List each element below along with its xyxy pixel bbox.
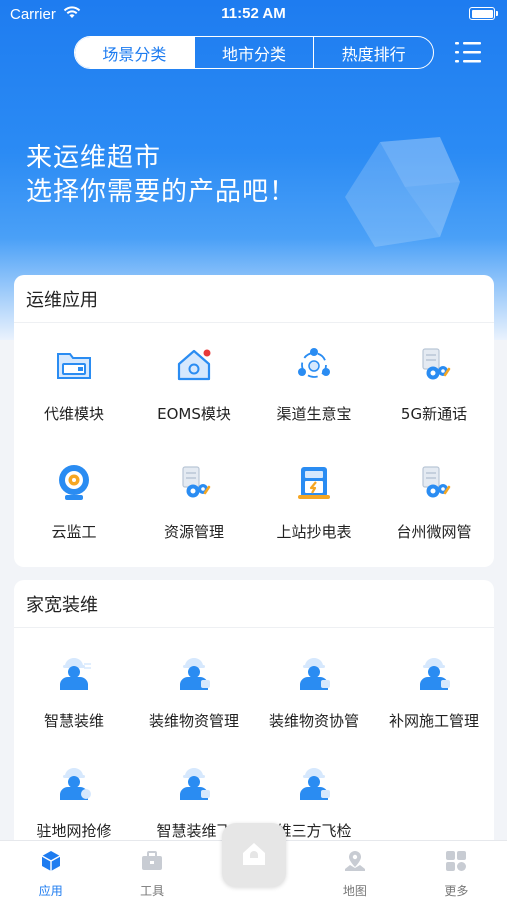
center-home-button[interactable] xyxy=(222,823,286,887)
decorative-cube-icon xyxy=(345,137,460,247)
app-item-resident-network-repair[interactable]: 驻地网抢修 xyxy=(14,738,134,840)
grid-more-icon xyxy=(446,851,467,871)
battery-icon xyxy=(469,7,498,20)
app-item-label: 渠道生意宝 xyxy=(276,405,352,423)
tab-label: 应用 xyxy=(38,884,63,898)
banner-headline: 来运维超市 选择你需要的产品吧！ xyxy=(26,141,296,209)
map-pin-icon xyxy=(344,851,365,871)
worker-icon xyxy=(60,768,91,800)
app-item-taizhou-network[interactable]: 台州微网管 xyxy=(374,441,494,559)
app-item-daiwei[interactable]: 代维模块 xyxy=(14,323,134,441)
tab-more[interactable]: 更多 xyxy=(406,841,507,900)
worker-icon xyxy=(180,658,210,690)
tab-city-category[interactable]: 地市分类 xyxy=(193,37,314,68)
app-item-channel-treasure[interactable]: 渠道生意宝 xyxy=(254,323,374,441)
app-item-label: 上站抄电表 xyxy=(276,523,352,541)
home-icon xyxy=(243,843,265,865)
tab-scene-category[interactable]: 场景分类 xyxy=(75,37,194,68)
cube-icon xyxy=(41,851,61,871)
worker-icon xyxy=(300,768,330,800)
app-item-label: 补网施工管理 xyxy=(388,712,479,730)
tab-tools[interactable]: 工具 xyxy=(101,841,202,900)
worker-icon xyxy=(420,658,450,690)
status-time: 11:52 AM xyxy=(221,5,286,22)
status-bar: Carrier 11:52 AM xyxy=(0,0,507,30)
app-item-5g-call[interactable]: 5G新通话 xyxy=(374,323,494,441)
network-cycle-icon xyxy=(298,348,330,378)
app-item-cloud-supervisor[interactable]: 云监工 xyxy=(14,441,134,559)
banner-line-2: 选择你需要的产品吧！ xyxy=(26,177,297,207)
app-item-smart-install[interactable]: 智慧装维 xyxy=(14,628,134,738)
worker-icon xyxy=(300,658,330,690)
category-segmented-control: 场景分类 地市分类 热度排行 xyxy=(74,36,434,69)
tab-label: 工具 xyxy=(140,884,165,898)
app-item-label: 驻地网抢修 xyxy=(36,822,112,840)
app-item-install-material-assist[interactable]: 装维物资协管 xyxy=(254,628,374,738)
app-item-label: 代维模块 xyxy=(43,405,104,423)
section-title: 运维应用 xyxy=(14,275,494,323)
tab-apps[interactable]: 应用 xyxy=(0,841,101,900)
home-settings-icon xyxy=(177,349,211,381)
section-home-broadband: 家宽装维 智慧装维 装维物资管理 装维物资协管 补网施工管理 驻地网抢修 智慧装… xyxy=(14,580,494,840)
tab-label: 更多 xyxy=(444,884,469,898)
tab-popularity-ranking[interactable]: 热度排行 xyxy=(313,37,433,68)
app-item-label: 装维物资协管 xyxy=(268,712,359,730)
app-item-label: 台州微网管 xyxy=(396,523,472,541)
app-item-label: 智慧装维 xyxy=(43,712,104,730)
doc-gear-icon xyxy=(422,348,451,380)
folder-icon xyxy=(57,353,91,379)
app-item-label: EOMS模块 xyxy=(157,405,231,423)
list-menu-icon[interactable] xyxy=(454,39,482,65)
meter-icon xyxy=(298,467,330,499)
worker-icon xyxy=(180,768,210,800)
worker-icon xyxy=(60,658,91,690)
app-item-label: 5G新通话 xyxy=(400,405,468,423)
doc-gear-icon xyxy=(182,466,211,498)
app-item-patch-construction[interactable]: 补网施工管理 xyxy=(374,628,494,738)
app-item-label: 装维物资管理 xyxy=(148,712,239,730)
toolbox-icon xyxy=(142,851,163,870)
tab-map[interactable]: 地图 xyxy=(304,841,405,900)
app-item-resource-management[interactable]: 资源管理 xyxy=(134,441,254,559)
app-item-install-material-mgmt[interactable]: 装维物资管理 xyxy=(134,628,254,738)
app-item-eoms[interactable]: EOMS模块 xyxy=(134,323,254,441)
section-title: 家宽装维 xyxy=(14,580,494,628)
banner-line-1: 来运维超市 xyxy=(26,143,162,173)
section-ops-apps: 运维应用 代维模块 EOMS模块 渠道生意宝 5G新通话 云监工 资源管理 上站… xyxy=(14,275,494,567)
app-item-label: 资源管理 xyxy=(163,523,224,541)
app-item-label: 云监工 xyxy=(51,523,97,541)
tab-label: 地图 xyxy=(342,884,367,898)
app-item-meter-reading[interactable]: 上站抄电表 xyxy=(254,441,374,559)
doc-gear-icon xyxy=(422,466,451,498)
webcam-icon xyxy=(59,465,89,500)
